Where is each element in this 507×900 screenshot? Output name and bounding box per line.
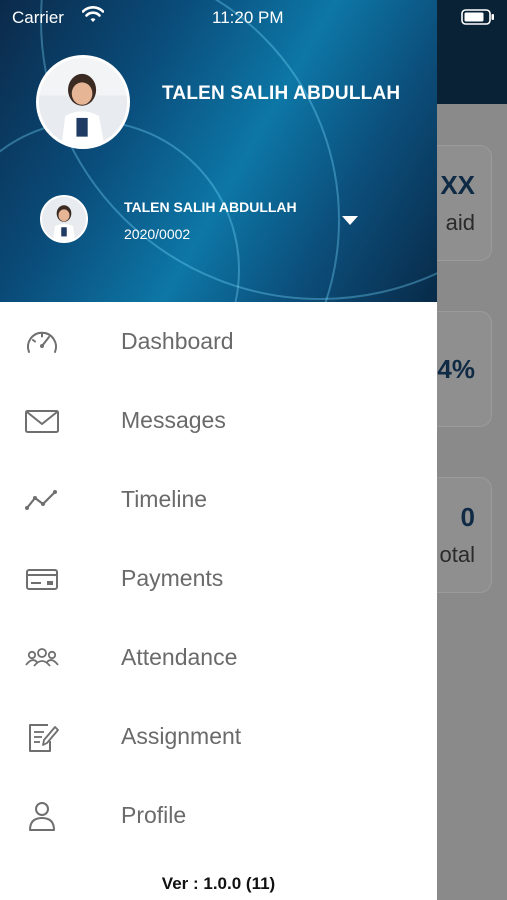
credit-card-icon <box>24 563 60 595</box>
card-caption: otal <box>439 542 475 567</box>
app-version: Ver : 1.0.0 (11) <box>161 874 276 893</box>
card-caption: aid <box>445 210 475 235</box>
menu-item-label: Timeline <box>121 486 208 512</box>
profile-avatar[interactable] <box>36 55 130 149</box>
menu-item-assignment[interactable]: Assignment <box>0 697 437 776</box>
menu-item-dashboard[interactable]: Dashboard <box>0 302 437 381</box>
speedometer-icon <box>24 326 60 358</box>
navigation-drawer: TALEN SALIH ABDULLAH TALEN SALIH ABDULLA… <box>0 0 437 900</box>
account-id: 2020/0002 <box>124 226 191 242</box>
card-value: XX <box>440 170 475 200</box>
profile-name: TALEN SALIH ABDULLAH <box>162 83 401 104</box>
menu-item-label: Attendance <box>121 644 238 670</box>
account-avatar[interactable] <box>40 195 88 243</box>
menu-item-profile[interactable]: Profile <box>0 776 437 855</box>
card-value: 4% <box>437 354 475 384</box>
menu-item-messages[interactable]: Messages <box>0 381 437 460</box>
menu-item-label: Payments <box>121 565 224 591</box>
dropdown-triangle-icon[interactable] <box>342 212 358 225</box>
menu-item-label: Messages <box>121 407 226 433</box>
trend-line-icon <box>24 484 60 516</box>
edit-document-icon <box>24 721 60 753</box>
menu-item-timeline[interactable]: Timeline <box>0 460 437 539</box>
user-icon <box>24 800 60 832</box>
battery-icon <box>461 9 495 25</box>
menu-item-label: Profile <box>121 802 187 828</box>
card-value: 0 <box>460 502 475 532</box>
menu-item-label: Assignment <box>121 723 242 749</box>
account-name[interactable]: TALEN SALIH ABDULLAH <box>124 199 297 215</box>
carrier-label: Carrier <box>12 8 64 27</box>
menu-item-label: Dashboard <box>121 328 234 354</box>
drawer-header: TALEN SALIH ABDULLAH TALEN SALIH ABDULLA… <box>0 0 437 302</box>
group-icon <box>24 642 60 674</box>
menu-item-attendance[interactable]: Attendance <box>0 618 437 697</box>
wifi-icon <box>81 6 105 24</box>
status-bar: Carrier 11:20 PM <box>0 0 507 34</box>
menu-item-payments[interactable]: Payments <box>0 539 437 618</box>
clock: 11:20 PM <box>212 8 284 27</box>
envelope-icon <box>24 405 60 437</box>
